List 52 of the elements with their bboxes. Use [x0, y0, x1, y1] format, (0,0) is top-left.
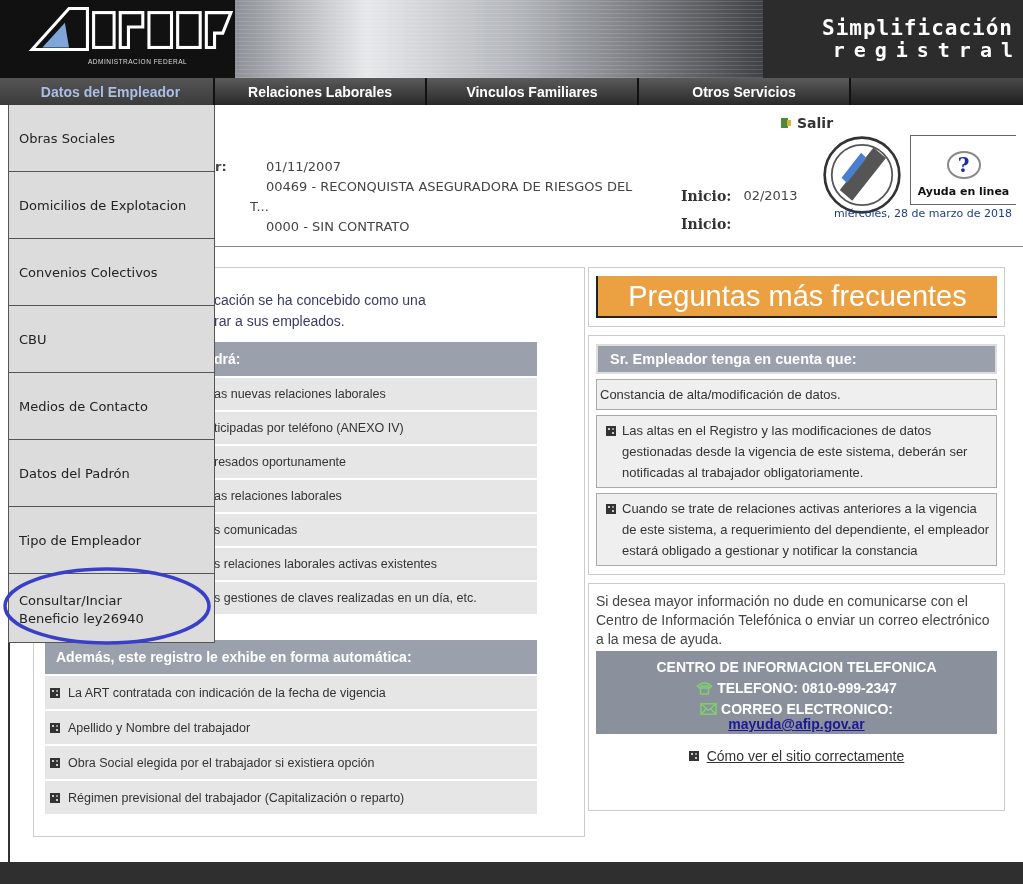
bullet-icon: [50, 722, 60, 733]
exit-icon: [780, 117, 792, 129]
note-text: Cuando se trate de relaciones activas anteriores a la vigencia de este sistema, a requerimiento del dependiente, el empleador estará obligado a gestionar y notificar la constancia: [622, 500, 991, 560]
phone-number: TELEFONO: 0810-999-2347: [717, 680, 897, 696]
nav-tab[interactable]: Otros Servicios: [639, 78, 851, 105]
intro-text: rar a sus empleados.: [214, 312, 346, 331]
envelope-icon: [700, 702, 718, 716]
nav-tab[interactable]: Relaciones Laborales: [215, 78, 427, 105]
menu-item[interactable]: Convenios Colectivos: [9, 239, 214, 306]
field-label: r:: [215, 158, 228, 176]
start-label: Inicio:: [681, 187, 732, 206]
site-title: Simplificación: [822, 17, 1013, 39]
menu-item[interactable]: Domicilios de Explotacion: [9, 172, 214, 239]
question-icon: ?: [946, 151, 981, 179]
note-text: Las altas en el Registro y las modificaciones de datos gestionadas desde la vigencia de este sistema, deberán ser notificadas al trabajador obligatoriamente.: [622, 422, 969, 482]
help-link[interactable]: Cómo ver el sitio correctamente: [706, 748, 905, 764]
email-link[interactable]: mayuda@afip.gov.ar: [728, 716, 865, 732]
bullet-icon: [606, 504, 616, 514]
intro-text: cación se ha concebido como una: [214, 291, 427, 310]
email-label: CORREO ELECTRONICO:: [721, 701, 893, 717]
field-value: 01/11/2007: [265, 158, 342, 176]
list-text: Apellido y Nombre del trabajador: [68, 720, 251, 735]
contact-heading: CENTRO DE INFORMACION TELEFONICA: [656, 659, 937, 675]
nav-tab[interactable]: Vinculos Familiares: [427, 78, 639, 105]
nav-tab[interactable]: Datos del Empleador: [0, 78, 215, 105]
start-value: 02/2013: [743, 187, 798, 205]
logout-link[interactable]: Salir: [797, 115, 834, 131]
menu-item[interactable]: Tipo de Empleador: [9, 507, 214, 574]
help-button[interactable]: ? Ayuda en linea: [910, 135, 1016, 205]
bullet-icon: [688, 751, 699, 761]
menu-item[interactable]: Obras Sociales: [9, 105, 214, 172]
phone-icon: [696, 681, 714, 695]
bullet-icon: [50, 792, 60, 803]
field-value: 0000 - SIN CONTRATO: [265, 218, 411, 236]
note-text: Constancia de alta/modificación de datos.: [596, 379, 997, 410]
menu-item[interactable]: Datos del Padrón: [9, 440, 214, 507]
list-text: La ART contratada con indicación de la fecha de vigencia: [68, 685, 386, 700]
site-subtitle: registral: [832, 39, 1022, 61]
bullet-icon: [606, 426, 616, 436]
bullet-icon: [50, 687, 60, 698]
menu-item[interactable]: Medios de Contacto: [9, 373, 214, 440]
section-heading: Además, este registro le exhibe en forma automática:: [45, 640, 537, 674]
menu-item[interactable]: CBU: [9, 306, 214, 373]
notes-heading: Sr. Empleador tenga en cuenta que:: [596, 344, 997, 374]
bullet-icon: [50, 757, 60, 768]
logo-icon: [28, 6, 233, 52]
start-label: Inicio:: [681, 215, 732, 234]
contact-text: Si desea mayor información no dude en comunicarse con el Centro de Información Telefónica o enviar un correo electrónico a la mesa de ayuda.: [596, 592, 991, 649]
list-text: Obra Social elegida por el trabajador si existiera opción: [68, 755, 375, 770]
date-text: miércoles, 28 de marzo de 2018: [833, 207, 1013, 220]
list-text: Régimen previsional del trabajador (Capitalización o reparto): [68, 790, 405, 805]
field-value: 00469 - RECONQUISTA ASEGURADORA DE RIESGOS DEL T...: [250, 178, 634, 216]
